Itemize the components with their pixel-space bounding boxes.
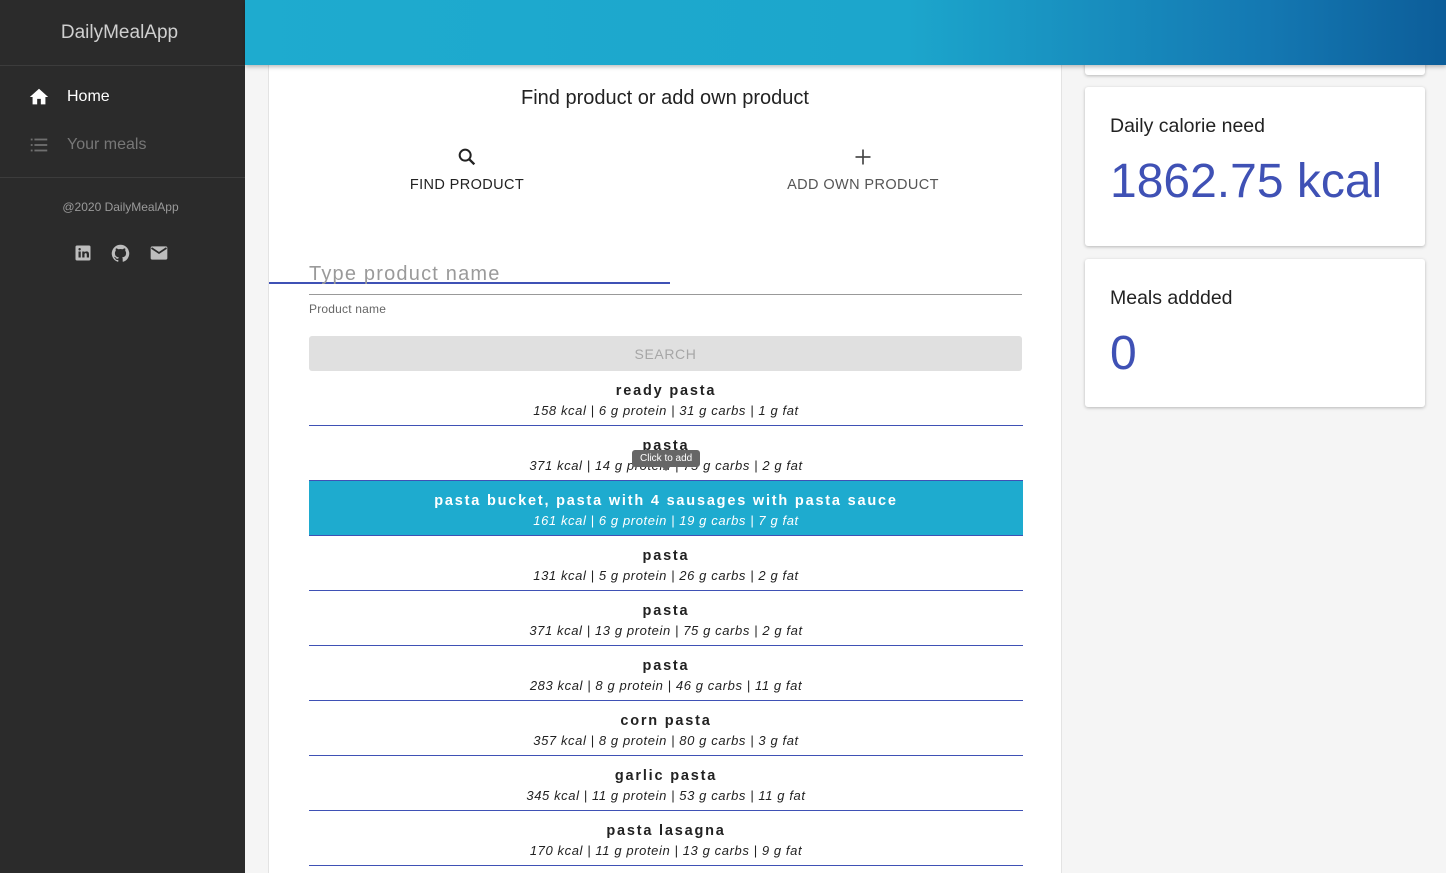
plus-icon: [853, 145, 873, 169]
result-item[interactable]: ready pasta 158 kcal | 6 g protein | 31 …: [309, 371, 1023, 426]
product-search-card: Find product or add own product FIND PRO…: [268, 65, 1062, 873]
result-name: pasta: [642, 548, 690, 564]
meals-value: 0: [1110, 327, 1137, 380]
app-brand[interactable]: DailyMealApp: [0, 0, 245, 66]
github-icon[interactable]: [110, 242, 132, 264]
calorie-value: 1862.75 kcal: [1110, 155, 1383, 208]
result-item[interactable]: pasta 131 kcal | 5 g protein | 26 g carb…: [309, 536, 1023, 591]
result-nutrition: 345 kcal | 11 g protein | 53 g carbs | 1…: [526, 788, 806, 803]
top-app-bar: [245, 0, 1446, 65]
result-item[interactable]: pasta 371 kcal | 13 g protein | 75 g car…: [309, 591, 1023, 646]
result-item[interactable]: pasta 283 kcal | 8 g protein | 46 g carb…: [309, 646, 1023, 701]
result-nutrition: 371 kcal | 13 g protein | 75 g carbs | 2…: [529, 623, 803, 638]
tab-label: ADD OWN PRODUCT: [787, 177, 939, 193]
sidebar-item-home[interactable]: Home: [0, 73, 245, 121]
result-nutrition: 161 kcal | 6 g protein | 19 g carbs | 7 …: [533, 513, 799, 528]
calorie-label: Daily calorie need: [1110, 115, 1266, 137]
search-form: Product name SEARCH: [309, 255, 1023, 371]
result-name: pasta: [642, 658, 690, 674]
result-nutrition: 131 kcal | 5 g protein | 26 g carbs | 2 …: [533, 568, 799, 583]
click-to-add-tooltip: Click to add: [632, 450, 701, 471]
daily-calorie-card: Daily calorie need 1862.75 kcal: [1085, 87, 1425, 246]
sidebar-item-label: Your meals: [67, 136, 147, 153]
tab-add-own-product[interactable]: ADD OWN PRODUCT: [665, 140, 1061, 256]
page-title: Find product or add own product: [521, 87, 809, 109]
result-name: corn pasta: [620, 713, 712, 729]
result-item[interactable]: corn pasta 357 kcal | 8 g protein | 80 g…: [309, 701, 1023, 756]
sidebar: DailyMealApp Home Your meals @2020 Daily…: [0, 0, 245, 873]
search-button[interactable]: SEARCH: [309, 336, 1022, 371]
sidebar-nav: Home Your meals: [0, 66, 245, 178]
meals-label: Meals addded: [1110, 287, 1233, 309]
home-icon: [28, 86, 50, 108]
result-nutrition: 283 kcal | 8 g protein | 46 g carbs | 11…: [529, 678, 803, 693]
linkedin-icon[interactable]: [72, 242, 94, 264]
product-tabs: FIND PRODUCT ADD OWN PRODUCT: [269, 140, 1061, 284]
results-list: ready pasta 158 kcal | 6 g protein | 31 …: [309, 371, 1023, 866]
result-item[interactable]: garlic pasta 345 kcal | 11 g protein | 5…: [309, 756, 1023, 811]
search-icon: [456, 145, 478, 169]
meals-added-card: Meals addded 0: [1085, 259, 1425, 407]
result-name: pasta bucket, pasta with 4 sausages with…: [434, 493, 898, 509]
result-name: pasta: [642, 603, 690, 619]
result-item-hovered[interactable]: pasta bucket, pasta with 4 sausages with…: [309, 481, 1023, 536]
sidebar-item-your-meals[interactable]: Your meals: [0, 121, 245, 169]
list-icon: [28, 134, 50, 156]
product-name-helper: Product name: [309, 302, 387, 316]
tab-label: FIND PRODUCT: [409, 177, 525, 193]
result-nutrition: 158 kcal | 6 g protein | 31 g carbs | 1 …: [533, 403, 799, 418]
social-links: [0, 242, 245, 264]
copyright-text: @2020 DailyMealApp: [62, 200, 179, 214]
mail-icon[interactable]: [148, 242, 170, 264]
result-name: garlic pasta: [614, 768, 718, 784]
tab-find-product[interactable]: FIND PRODUCT: [269, 140, 665, 256]
result-nutrition: 357 kcal | 8 g protein | 80 g carbs | 3 …: [533, 733, 799, 748]
result-nutrition: 170 kcal | 11 g protein | 13 g carbs | 9…: [529, 843, 803, 858]
sidebar-item-label: Home: [67, 88, 110, 105]
product-name-input[interactable]: [309, 255, 1022, 295]
result-name: ready pasta: [615, 383, 717, 399]
result-name: pasta lasagna: [606, 823, 726, 839]
result-item[interactable]: pasta lasagna 170 kcal | 11 g protein | …: [309, 811, 1023, 866]
